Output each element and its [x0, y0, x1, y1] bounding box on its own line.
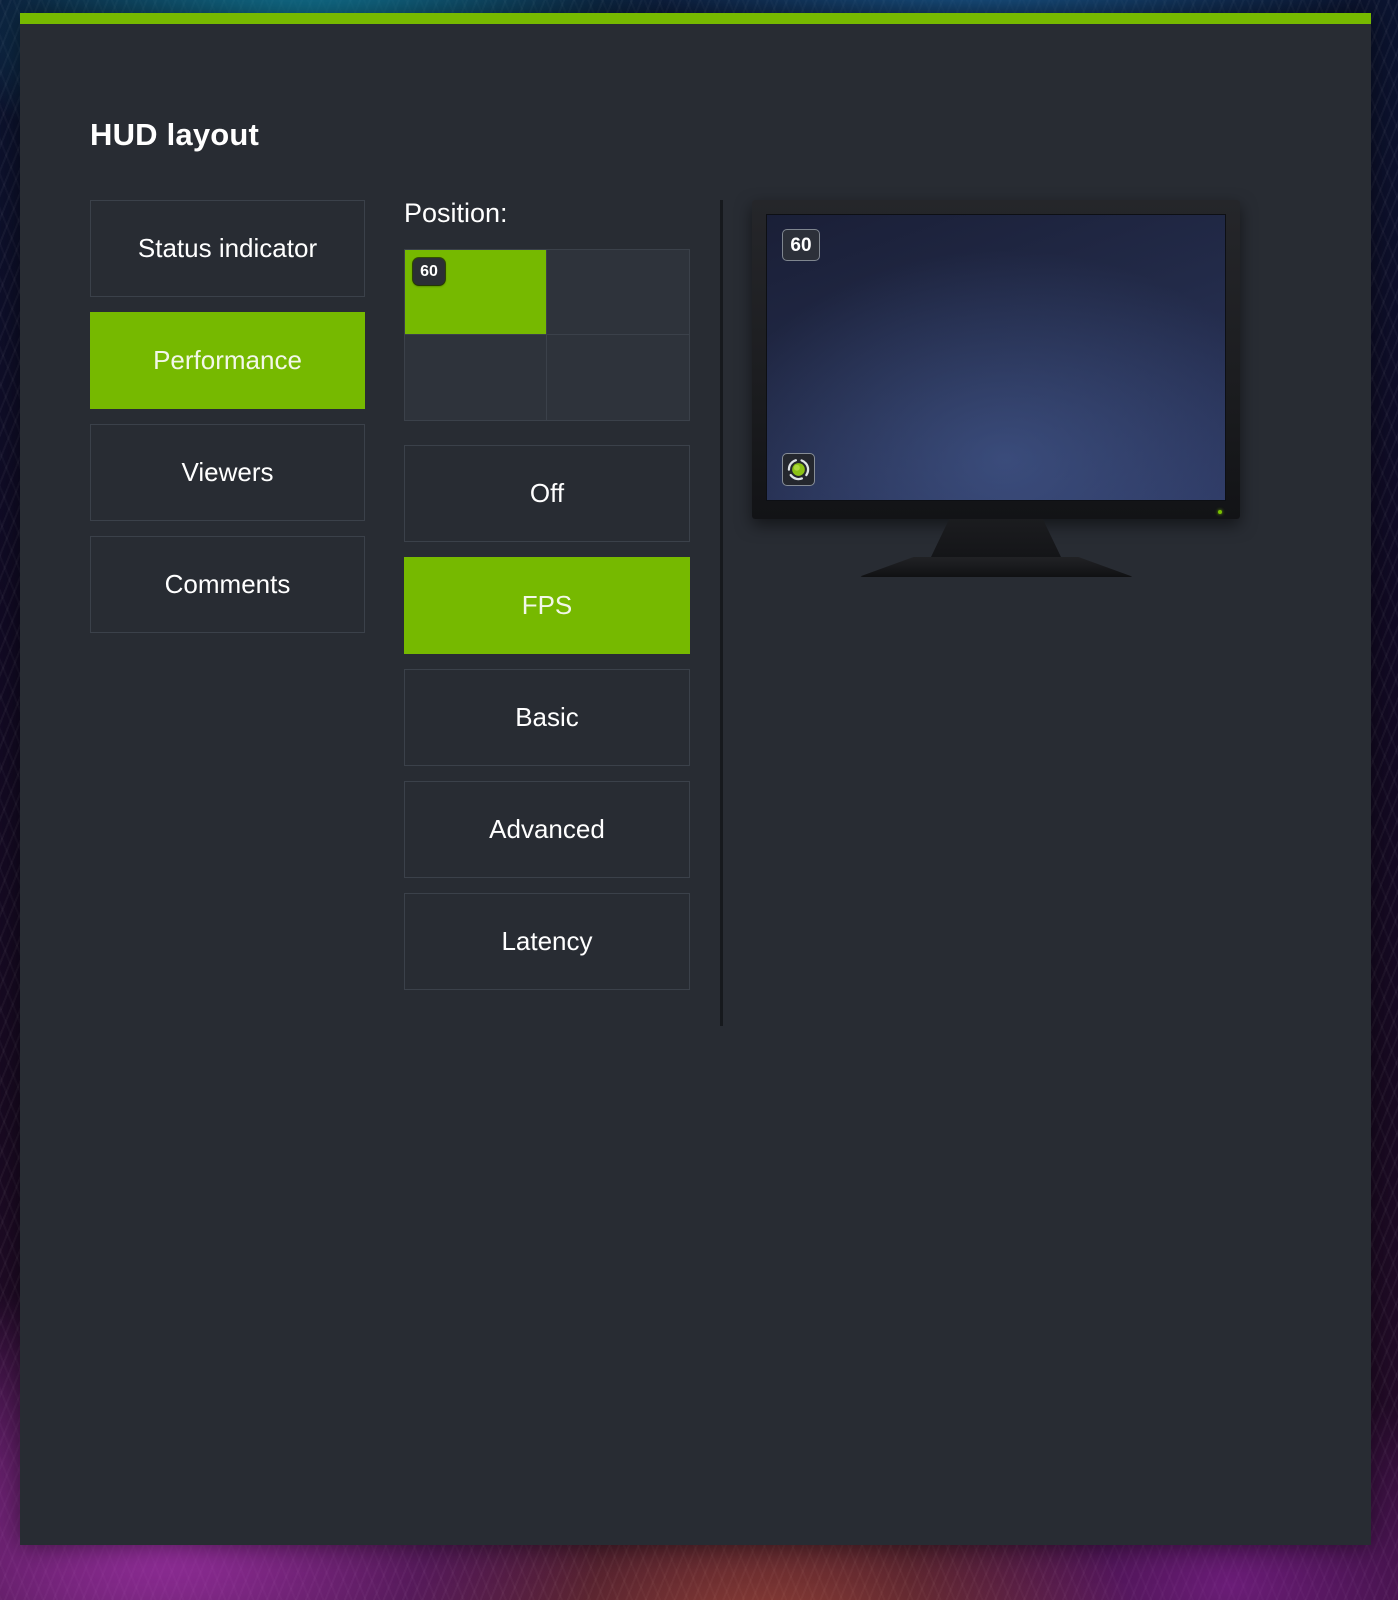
mode-option-label: Advanced: [489, 814, 605, 844]
monitor-screen: 60: [766, 214, 1226, 501]
position-cell-top-left[interactable]: 60: [405, 250, 547, 335]
overlay-panel-body: HUD layout Status indicator Performance …: [20, 24, 1371, 1545]
mode-option-label: Latency: [501, 926, 593, 956]
monitor-bezel: 60: [752, 200, 1240, 519]
top-accent-bar: [20, 13, 1371, 24]
desktop-wallpaper: HUD layout Status indicator Performance …: [0, 0, 1398, 1600]
hud-layout-overlay-window: HUD layout Status indicator Performance …: [20, 13, 1371, 1545]
sidebar-item-status-indicator[interactable]: Status indicator: [90, 200, 365, 297]
position-and-mode-column: Position: 60 Off FPS Basic Advanced Late…: [404, 200, 690, 1005]
mode-option-latency[interactable]: Latency: [404, 893, 690, 990]
sidebar-item-label: Status indicator: [137, 233, 318, 263]
mode-option-label: FPS: [521, 590, 573, 620]
sidebar-item-label: Comments: [164, 569, 291, 599]
position-label: Position:: [404, 198, 508, 228]
sidebar-item-label: Viewers: [181, 457, 274, 487]
mode-option-label: Off: [529, 478, 565, 508]
sidebar-item-comments[interactable]: Comments: [90, 536, 365, 633]
monitor-power-led: [1218, 510, 1222, 514]
monitor-preview-area: 60: [732, 200, 1292, 620]
category-list: Status indicator Performance Viewers Com…: [90, 200, 365, 648]
mode-option-advanced[interactable]: Advanced: [404, 781, 690, 878]
mode-option-basic[interactable]: Basic: [404, 669, 690, 766]
monitor-neck: [931, 519, 1061, 557]
fps-chip-preview: 60: [413, 258, 445, 285]
preview-status-indicator-icon: [782, 453, 815, 486]
position-grid: 60: [404, 249, 690, 421]
sidebar-item-performance[interactable]: Performance: [90, 312, 365, 409]
preview-fps-chip: 60: [782, 229, 820, 261]
page-title: HUD layout: [90, 117, 260, 152]
mode-option-off[interactable]: Off: [404, 445, 690, 542]
monitor-illustration: 60: [752, 200, 1240, 577]
mode-option-label: Basic: [515, 702, 579, 732]
sidebar-item-label: Performance: [153, 345, 302, 375]
sidebar-item-viewers[interactable]: Viewers: [90, 424, 365, 521]
monitor-base: [858, 557, 1134, 577]
position-cell-top-right[interactable]: [547, 250, 689, 335]
position-cell-bottom-left[interactable]: [405, 335, 547, 420]
mode-list: Off FPS Basic Advanced Latency: [404, 445, 690, 990]
column-divider: [720, 200, 723, 1026]
position-cell-bottom-right[interactable]: [547, 335, 689, 420]
mode-option-fps[interactable]: FPS: [404, 557, 690, 654]
